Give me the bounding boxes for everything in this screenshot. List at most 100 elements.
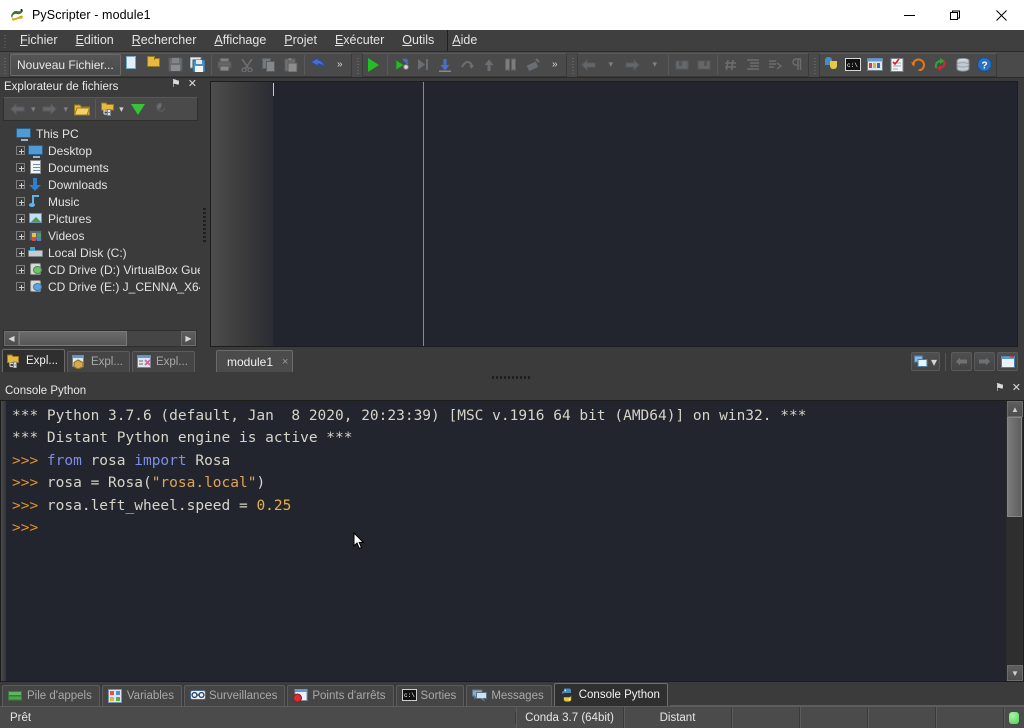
command-prompt-icon[interactable]: c:\ xyxy=(842,54,864,76)
comment-icon[interactable] xyxy=(764,54,786,76)
explorer-forward-dropdown-icon[interactable]: ▾ xyxy=(61,98,72,120)
toolbar-grip-ide[interactable] xyxy=(812,56,818,74)
vertical-splitter[interactable] xyxy=(200,78,208,372)
todo-list-icon[interactable] xyxy=(886,54,908,76)
goto-bookmark-icon[interactable] xyxy=(693,54,715,76)
expander-icon[interactable] xyxy=(16,265,25,274)
editor-next-tab-icon[interactable] xyxy=(974,352,995,371)
menu-aide[interactable]: Aide xyxy=(443,31,486,50)
close-button[interactable] xyxy=(978,0,1024,30)
minimize-button[interactable] xyxy=(886,0,932,30)
menu-rechercher[interactable]: Rechercher xyxy=(123,31,206,50)
bottom-tab-python-console[interactable]: Console Python xyxy=(554,683,668,706)
paste-icon[interactable] xyxy=(280,54,302,76)
refresh-icon[interactable] xyxy=(908,54,930,76)
tree-item-local-disk[interactable]: Local Disk (C:) xyxy=(0,244,200,261)
expander-icon[interactable] xyxy=(16,146,25,155)
bottom-tab-breakpoints[interactable]: Points d'arrêts xyxy=(287,685,393,706)
new-file-button[interactable]: Nouveau Fichier... xyxy=(10,54,121,76)
expander-icon[interactable] xyxy=(16,180,25,189)
console-scroll-up-button[interactable]: ▲ xyxy=(1007,401,1023,417)
editor-prev-tab-icon[interactable] xyxy=(951,352,972,371)
copy-icon[interactable] xyxy=(258,54,280,76)
menubar-grip[interactable] xyxy=(2,33,9,49)
console-pin-icon[interactable]: ⚑ xyxy=(995,383,1005,394)
menu-fichier[interactable]: Fichier xyxy=(11,31,67,50)
tree-item-cd-drive-e[interactable]: CD Drive (E:) J_CENNA_X64F xyxy=(0,278,200,295)
editor-tab-list-icon[interactable] xyxy=(997,352,1018,371)
menu-executer[interactable]: Exécuter xyxy=(326,31,393,50)
bottom-tab-variables[interactable]: Variables xyxy=(102,685,182,706)
bottom-tab-watches[interactable]: Surveillances xyxy=(184,685,285,706)
run-to-cursor-icon[interactable] xyxy=(412,54,434,76)
explorer-back-dropdown-icon[interactable]: ▾ xyxy=(28,98,39,120)
console-scroll-down-button[interactable]: ▼ xyxy=(1007,665,1023,681)
toggle-bookmark-icon[interactable] xyxy=(671,54,693,76)
tree-item-documents[interactable]: Documents xyxy=(0,159,200,176)
hscroll-thumb[interactable] xyxy=(19,331,127,346)
toolbar-grip-run[interactable] xyxy=(355,56,361,74)
tree-item-pictures[interactable]: Pictures xyxy=(0,210,200,227)
cut-icon[interactable] xyxy=(236,54,258,76)
expander-icon[interactable] xyxy=(16,282,25,291)
console-scroll-track[interactable] xyxy=(1007,417,1023,665)
tree-item-cd-drive-d[interactable]: CD Drive (D:) VirtualBox Gue xyxy=(0,261,200,278)
navigate-forward-icon[interactable] xyxy=(622,54,644,76)
dock-tab-project-explorer[interactable]: Expl... xyxy=(67,351,130,372)
console-body[interactable]: *** Python 3.7.6 (default, Jan 8 2020, 2… xyxy=(0,400,1024,682)
new-file-icon[interactable] xyxy=(121,54,143,76)
indent-icon[interactable] xyxy=(742,54,764,76)
save-all-icon[interactable] xyxy=(187,54,209,76)
bottom-tab-call-stack[interactable]: Pile d'appels xyxy=(2,685,100,706)
editor-tab-module1[interactable]: module1 × xyxy=(216,350,293,372)
file-explorer-hscrollbar[interactable]: ◀ ▶ xyxy=(3,330,197,347)
editor-text-area[interactable] xyxy=(273,82,1017,346)
toolbar-grip-nav[interactable] xyxy=(570,56,576,74)
expander-icon[interactable] xyxy=(16,248,25,257)
explorer-forward-icon[interactable] xyxy=(39,98,61,120)
run-icon[interactable] xyxy=(363,54,385,76)
expander-icon[interactable] xyxy=(16,163,25,172)
menu-edition[interactable]: Edition xyxy=(67,31,123,50)
status-engine[interactable]: Distant xyxy=(624,707,732,728)
reload-icon[interactable] xyxy=(930,54,952,76)
status-interpreter[interactable]: Conda 3.7 (64bit) xyxy=(516,707,624,728)
print-icon[interactable] xyxy=(214,54,236,76)
file-explorer-tree[interactable]: This PC Desktop Documents xyxy=(0,122,200,328)
goto-line-icon[interactable] xyxy=(720,54,742,76)
hscroll-right-button[interactable]: ▶ xyxy=(181,331,196,346)
dock-tab-code-explorer[interactable]: Expl... xyxy=(132,351,195,372)
step-over-icon[interactable] xyxy=(456,54,478,76)
menu-projet[interactable]: Projet xyxy=(275,31,326,50)
console-output[interactable]: *** Python 3.7.6 (default, Jan 8 2020, 2… xyxy=(6,401,1006,681)
step-out-icon[interactable] xyxy=(478,54,500,76)
step-into-icon[interactable] xyxy=(434,54,456,76)
expander-icon[interactable] xyxy=(16,197,25,206)
explorer-back-icon[interactable] xyxy=(6,98,28,120)
file-explorer-close-icon[interactable]: ✕ xyxy=(188,79,197,90)
syntax-colors-icon[interactable] xyxy=(864,54,886,76)
maximize-button[interactable] xyxy=(932,0,978,30)
expander-icon[interactable] xyxy=(16,231,25,240)
bottom-tab-output[interactable]: c:\ Sorties xyxy=(396,685,465,706)
abort-icon[interactable] xyxy=(522,54,544,76)
navigate-forward-dropdown-icon[interactable]: ▾ xyxy=(644,54,666,76)
console-close-icon[interactable]: ✕ xyxy=(1012,383,1021,394)
paragraph-icon[interactable] xyxy=(786,54,808,76)
tree-item-downloads[interactable]: Downloads xyxy=(0,176,200,193)
navigate-back-dropdown-icon[interactable]: ▾ xyxy=(600,54,622,76)
debug-icon[interactable] xyxy=(390,54,412,76)
hscroll-left-button[interactable]: ◀ xyxy=(4,331,19,346)
hscroll-track[interactable] xyxy=(19,331,181,346)
horizontal-splitter[interactable] xyxy=(0,372,1024,382)
dock-tab-file-explorer[interactable]: Expl... xyxy=(2,349,65,372)
help-icon[interactable]: ? xyxy=(974,54,996,76)
editor-layout-dropdown-icon[interactable]: ▾ xyxy=(931,355,937,369)
code-editor[interactable] xyxy=(210,81,1018,347)
console-scroll-thumb[interactable] xyxy=(1007,417,1022,517)
toolbar-grip-file[interactable] xyxy=(2,56,8,74)
editor-layout-icon[interactable]: ▾ xyxy=(911,352,940,371)
console-scrollbar[interactable]: ▲ ▼ xyxy=(1006,401,1023,681)
menu-outils[interactable]: Outils xyxy=(393,31,443,50)
expander-icon[interactable] xyxy=(16,214,25,223)
